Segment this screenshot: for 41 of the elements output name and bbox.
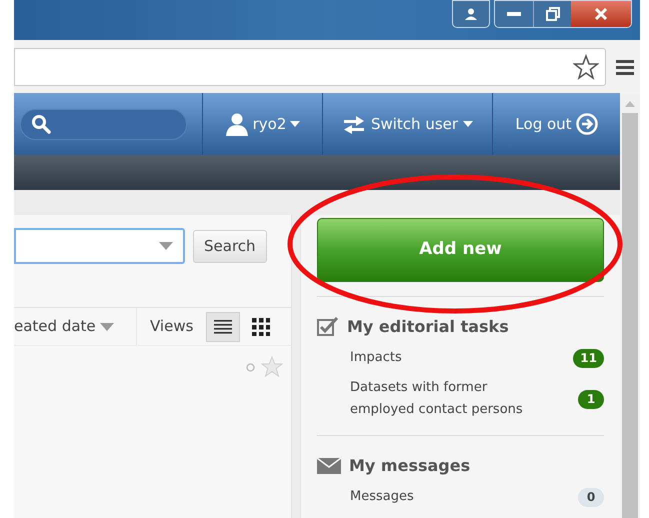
caret-icon xyxy=(463,121,474,127)
section-title: My messages xyxy=(349,455,470,477)
views-label: Views xyxy=(150,316,194,338)
person-icon xyxy=(464,8,478,20)
star-icon[interactable] xyxy=(261,356,283,378)
restore-icon xyxy=(546,7,560,21)
bookmark-star-icon[interactable] xyxy=(573,54,599,80)
count-badge: 0 xyxy=(578,488,604,506)
task-link[interactable]: Impacts xyxy=(350,347,550,369)
close-icon xyxy=(595,8,607,20)
profile-button[interactable] xyxy=(452,0,490,28)
search-icon xyxy=(31,114,51,134)
minimize-button[interactable] xyxy=(495,1,533,27)
sort-dropdown[interactable]: eated date xyxy=(14,308,137,345)
restore-button[interactable] xyxy=(533,1,571,27)
search-button[interactable]: Search xyxy=(193,230,267,262)
search-field[interactable] xyxy=(20,108,187,140)
person-icon xyxy=(224,112,249,136)
count-badge: 11 xyxy=(573,348,604,368)
dropdown-caret-icon xyxy=(159,242,173,250)
arrow-circle-icon xyxy=(576,113,598,135)
envelope-icon xyxy=(317,458,341,474)
caret-icon xyxy=(290,121,300,127)
task-link[interactable]: Messages xyxy=(350,486,550,508)
section-title: My editorial tasks xyxy=(347,316,509,338)
search-input[interactable] xyxy=(14,228,185,264)
close-button[interactable] xyxy=(571,1,631,27)
scrollbar-thumb[interactable] xyxy=(622,113,638,518)
task-link[interactable]: Datasets with former employed contact persons xyxy=(350,377,550,421)
minimize-icon xyxy=(507,12,521,16)
scrollbar[interactable] xyxy=(620,93,640,518)
swap-arrows-icon xyxy=(342,114,366,134)
list-view-button[interactable] xyxy=(206,312,240,342)
list-icon xyxy=(214,318,232,334)
count-badge: 1 xyxy=(578,390,604,408)
scroll-up-icon xyxy=(625,101,635,107)
caret-icon xyxy=(100,322,114,330)
menu-icon[interactable] xyxy=(616,58,634,76)
user-name: ryo2 xyxy=(252,114,286,135)
grid-icon xyxy=(252,318,270,336)
checkbox-icon xyxy=(317,317,339,337)
